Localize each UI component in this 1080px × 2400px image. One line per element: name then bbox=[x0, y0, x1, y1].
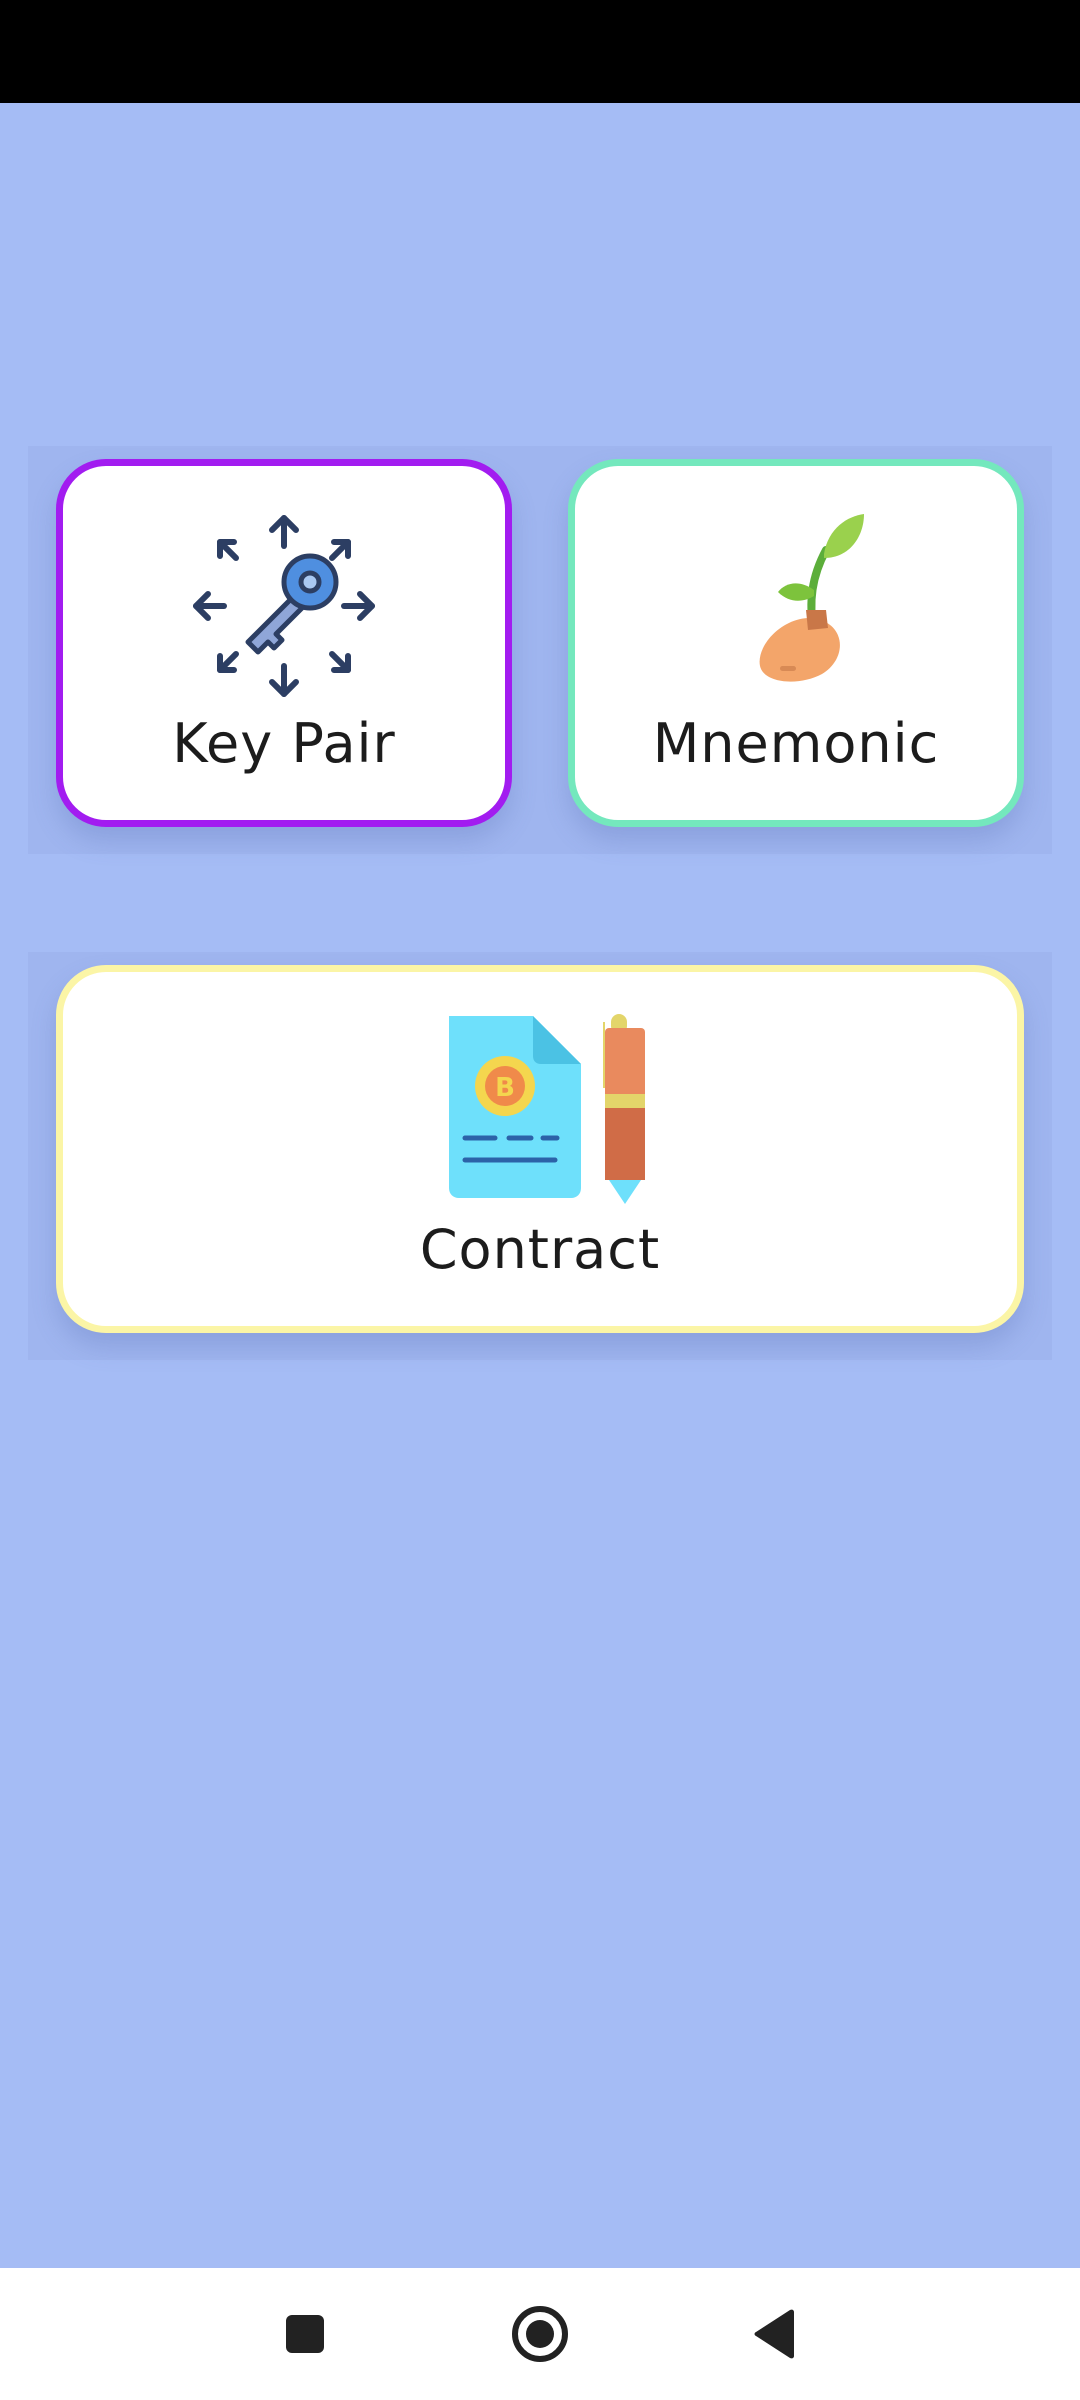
status-bar bbox=[0, 0, 1080, 103]
navigation-bar bbox=[0, 2268, 1080, 2400]
recents-button[interactable] bbox=[261, 2290, 349, 2378]
seed-sprout-icon bbox=[759, 514, 864, 682]
key-pair-card[interactable]: Key Pair bbox=[56, 459, 512, 827]
app-screen: Key Pair Mnemonic B Contract bbox=[0, 0, 1080, 2400]
mnemonic-label: Mnemonic bbox=[652, 712, 940, 775]
svg-text:B: B bbox=[495, 1073, 515, 1103]
mnemonic-card[interactable]: Mnemonic bbox=[568, 459, 1024, 827]
key-pair-label: Key Pair bbox=[172, 712, 396, 775]
square-icon bbox=[286, 2315, 324, 2353]
contract-pen-icon: B bbox=[449, 1014, 645, 1204]
circle-home-icon bbox=[512, 2306, 568, 2362]
home-button[interactable] bbox=[496, 2290, 584, 2378]
triangle-back-icon bbox=[754, 2309, 794, 2359]
contract-label: Contract bbox=[419, 1218, 661, 1281]
contract-card[interactable]: B Contract bbox=[56, 965, 1024, 1333]
key-expand-icon bbox=[193, 515, 375, 697]
back-button[interactable] bbox=[730, 2290, 818, 2378]
